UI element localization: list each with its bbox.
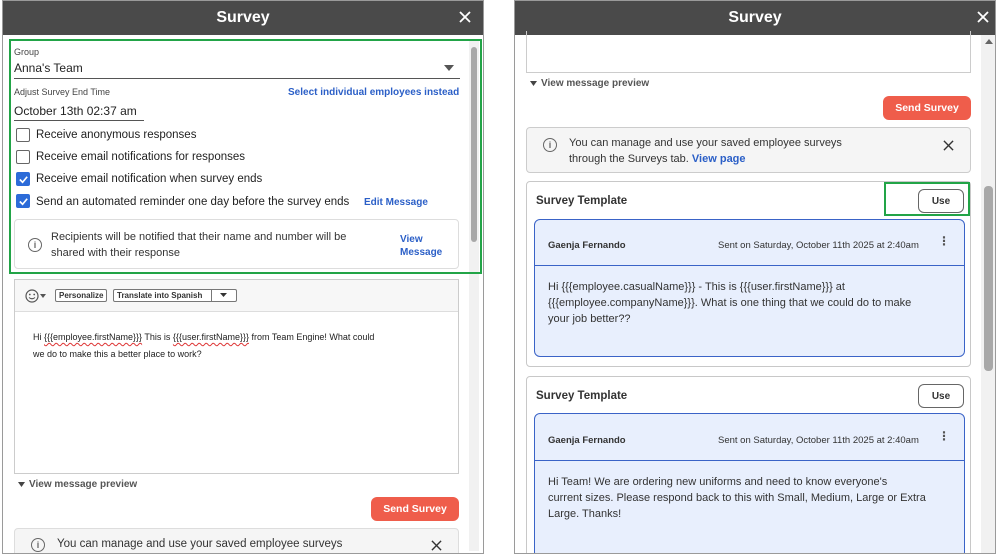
template-body-line-1: Hi Team! We are ordering new uniforms an… xyxy=(548,476,888,488)
more-options-icon[interactable]: ⋮ xyxy=(938,234,950,248)
message-divider xyxy=(535,460,964,461)
message-text-1: Hi xyxy=(33,332,44,342)
scrollbar-thumb[interactable] xyxy=(984,186,993,371)
template-body-line-1: Hi {{{employee.casualName}}} - This is {… xyxy=(548,281,845,293)
use-button-highlight xyxy=(884,182,970,216)
use-template-button[interactable]: Use xyxy=(918,384,964,408)
dropdown-arrow-icon[interactable] xyxy=(444,65,454,71)
send-survey-button[interactable]: Send Survey xyxy=(371,497,459,521)
email-responses-label: Receive email notifications for response… xyxy=(36,151,246,163)
view-preview-toggle[interactable]: View message preview xyxy=(541,78,649,89)
info-icon: i xyxy=(543,138,557,152)
reminder-label: Send an automated reminder one day befor… xyxy=(36,196,350,208)
dialog-title: Survey xyxy=(728,9,782,26)
message-var-user: {{{user.firstName}}} xyxy=(172,332,249,342)
send-survey-button[interactable]: Send Survey xyxy=(883,96,971,120)
manage-notice: i You can manage and use your saved empl… xyxy=(526,127,971,173)
end-time-input[interactable]: October 13th 02:37 am xyxy=(14,104,137,118)
survey-dialog-right: Survey View message preview Send Survey … xyxy=(514,0,996,554)
close-icon[interactable] xyxy=(973,7,993,27)
message-line-2: we do to make this a better place to wor… xyxy=(33,349,202,359)
group-underline xyxy=(14,78,460,79)
email-survey-end-checkbox[interactable] xyxy=(16,172,30,186)
template-body-line-2: {{{employee.companyName}}}. What is one … xyxy=(548,297,912,309)
template-message: Gaenja Fernando Sent on Saturday, Octobe… xyxy=(534,219,965,357)
sent-date: Sent on Saturday, October 11th 2025 at 2… xyxy=(718,435,919,446)
template-title: Survey Template xyxy=(536,390,628,402)
translate-button[interactable]: Translate into Spanish xyxy=(113,289,237,302)
sender-name: Gaenja Fernando xyxy=(548,240,626,251)
caret-down-icon[interactable] xyxy=(530,81,537,86)
template-body-line-3: your job better?? xyxy=(548,313,631,325)
anonymous-checkbox[interactable] xyxy=(16,128,30,142)
scroll-up-icon[interactable] xyxy=(985,39,993,44)
emoji-caret-icon[interactable] xyxy=(40,294,46,298)
message-text-2: This is xyxy=(142,332,173,342)
end-time-label: Adjust Survey End Time xyxy=(14,87,111,97)
manage-notice-line-2-text: through the Surveys tab. xyxy=(569,153,689,165)
translate-divider xyxy=(211,290,212,301)
view-page-link[interactable]: View page xyxy=(692,153,746,165)
info-icon: i xyxy=(31,538,45,552)
survey-template-card: Survey Template Use Gaenja Fernando Sent… xyxy=(526,376,971,553)
anonymous-label: Receive anonymous responses xyxy=(36,129,197,141)
translate-caret-icon[interactable] xyxy=(220,293,227,297)
personalize-button[interactable]: Personalize xyxy=(55,289,108,302)
sent-date: Sent on Saturday, October 11th 2025 at 2… xyxy=(718,240,919,251)
checkmark-icon xyxy=(19,176,28,184)
close-icon[interactable] xyxy=(943,140,954,151)
message-var-employee: {{{employee.firstName}}} xyxy=(44,332,143,342)
info-icon: i xyxy=(28,238,42,252)
group-select[interactable] xyxy=(14,56,460,78)
template-message: Gaenja Fernando Sent on Saturday, Octobe… xyxy=(534,413,965,553)
template-title: Survey Template xyxy=(536,195,628,207)
notice-line-2: shared with their response xyxy=(51,247,181,259)
email-survey-end-label: Receive email notification when survey e… xyxy=(36,173,263,185)
manage-notice-line-2: through the Surveys tab. View page xyxy=(569,153,746,165)
view-preview-toggle[interactable]: View message preview xyxy=(29,479,137,490)
message-line-1: Hi {{{employee.firstName}}} This is {{{u… xyxy=(33,329,374,346)
more-options-icon[interactable]: ⋮ xyxy=(938,429,950,443)
manage-notice: i You can manage and use your saved empl… xyxy=(14,528,459,553)
sender-name: Gaenja Fernando xyxy=(548,435,626,446)
close-icon[interactable] xyxy=(431,540,442,551)
message-divider xyxy=(535,265,964,266)
emoji-icon[interactable] xyxy=(25,289,39,303)
template-body-line-3: Large. Thanks! xyxy=(548,508,622,520)
reminder-checkbox[interactable] xyxy=(16,194,30,208)
message-text-3: from Team Engine! What could xyxy=(248,332,375,342)
notice-line-1: Recipients will be notified that their n… xyxy=(51,231,347,243)
end-time-underline xyxy=(14,120,144,121)
email-responses-checkbox[interactable] xyxy=(16,150,30,164)
manage-notice-line-1: You can manage and use your saved employ… xyxy=(569,137,842,149)
dialog-titlebar: Survey xyxy=(3,1,483,35)
dialog-titlebar: Survey xyxy=(515,1,995,35)
caret-down-icon[interactable] xyxy=(18,482,25,487)
view-message-link-line2[interactable]: Message xyxy=(400,247,442,258)
translate-button-label: Translate into Spanish xyxy=(117,291,203,300)
select-individuals-link[interactable]: Select individual employees instead xyxy=(288,87,459,98)
message-editor[interactable] xyxy=(526,31,971,73)
message-editor[interactable]: Personalize Translate into Spanish Hi {{… xyxy=(14,279,459,474)
recipients-notice: i Recipients will be notified that their… xyxy=(14,219,459,269)
close-icon[interactable] xyxy=(455,7,475,27)
view-message-link-line1[interactable]: View xyxy=(400,234,423,245)
edit-message-link[interactable]: Edit Message xyxy=(364,197,428,208)
checkmark-icon xyxy=(19,198,28,206)
survey-dialog-left: Survey Group Anna's Team Adjust Survey E… xyxy=(2,0,484,554)
manage-notice-text: You can manage and use your saved employ… xyxy=(57,538,343,550)
template-body-line-2: current sizes. Please respond back to th… xyxy=(548,492,926,504)
dialog-title: Survey xyxy=(216,9,270,26)
